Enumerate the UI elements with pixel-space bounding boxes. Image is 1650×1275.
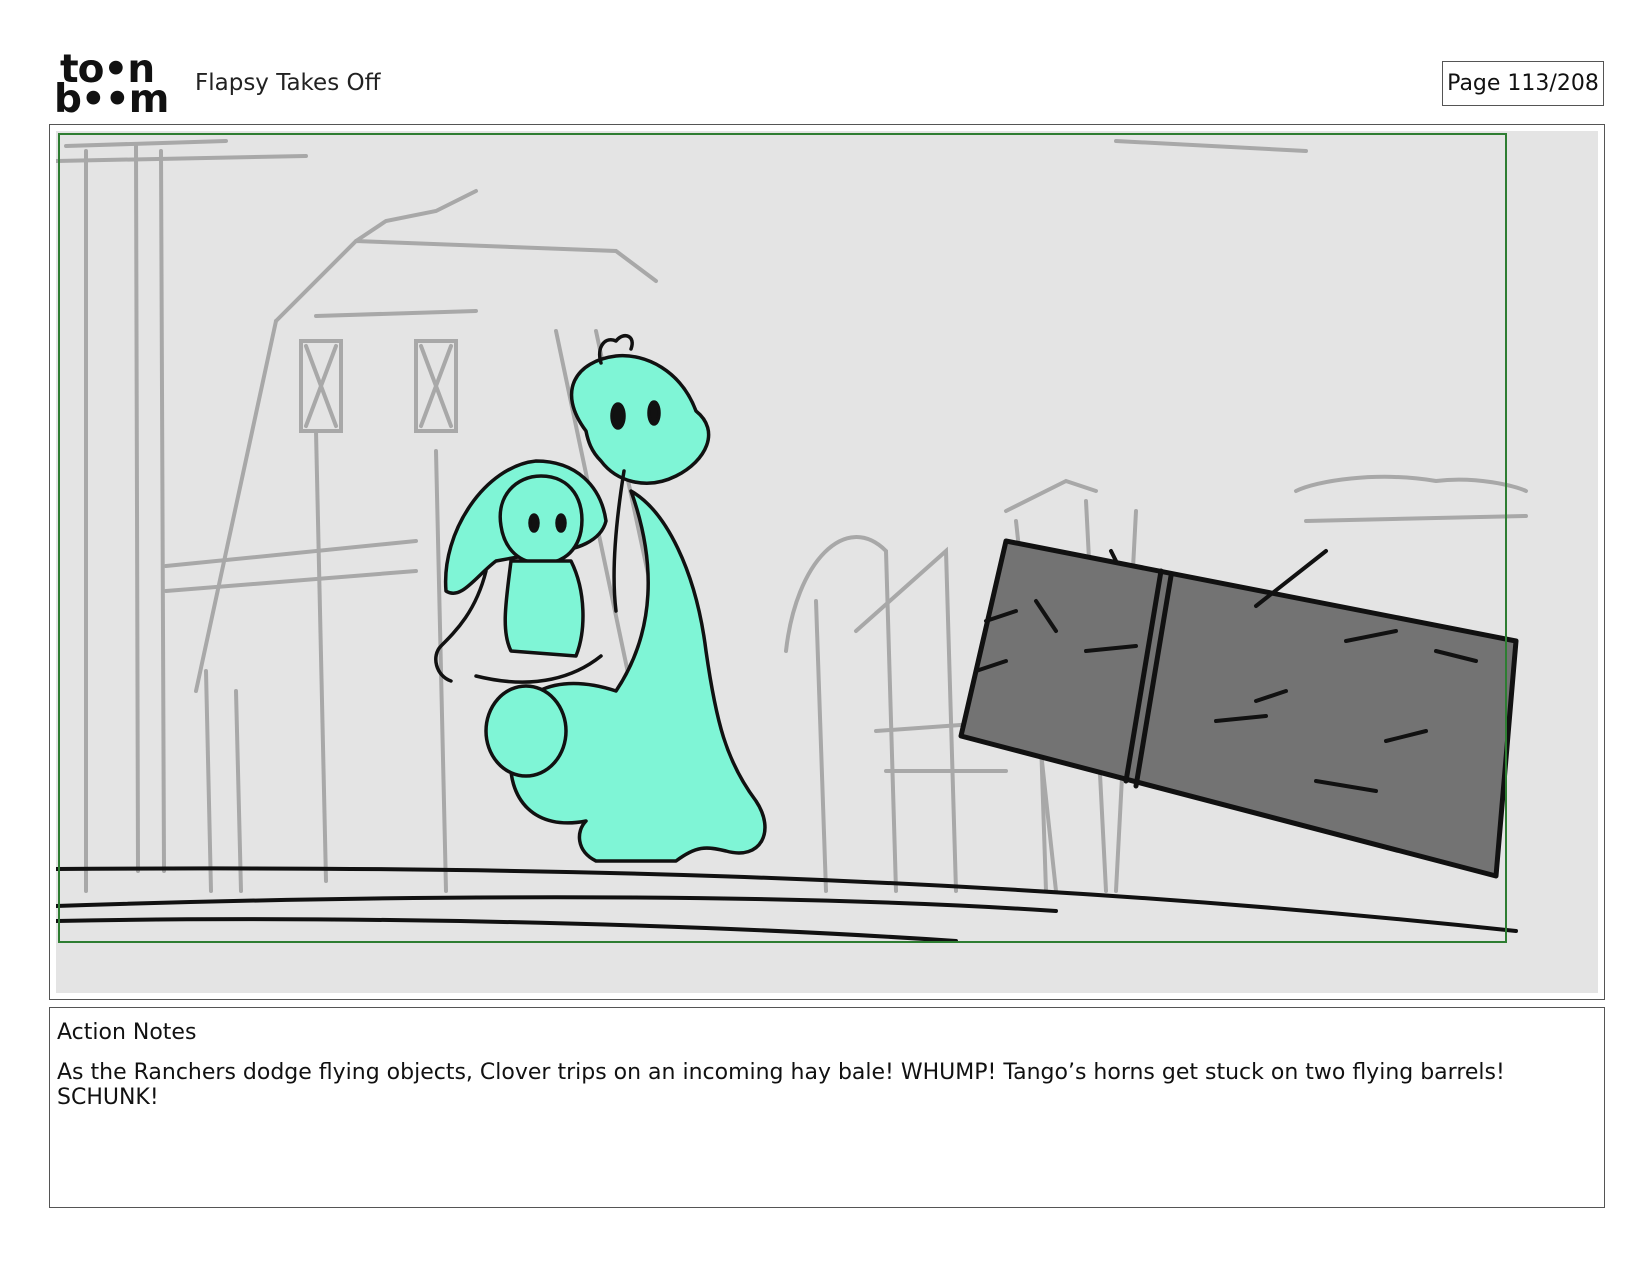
document-title: Flapsy Takes Off — [195, 70, 381, 96]
rider-torso — [503, 559, 585, 658]
action-notes-box: Action Notes As the Ranchers dodge flyin… — [49, 1007, 1605, 1208]
toonboom-logo: to•n b••m — [54, 50, 172, 122]
action-notes-label: Action Notes — [57, 1020, 197, 1045]
logo-text-bottom: b••m — [54, 77, 169, 122]
action-notes-text: As the Ranchers dodge flying objects, Cl… — [57, 1060, 1505, 1110]
storyboard-panel-drawing — [56, 131, 1598, 993]
rider-eye-right — [555, 513, 567, 533]
rider-eye-left — [528, 513, 540, 533]
creature-eye-left — [610, 402, 626, 430]
rider-face — [498, 474, 584, 566]
creature-eye-right — [647, 400, 661, 426]
page-indicator: Page 113/208 — [1442, 61, 1604, 106]
